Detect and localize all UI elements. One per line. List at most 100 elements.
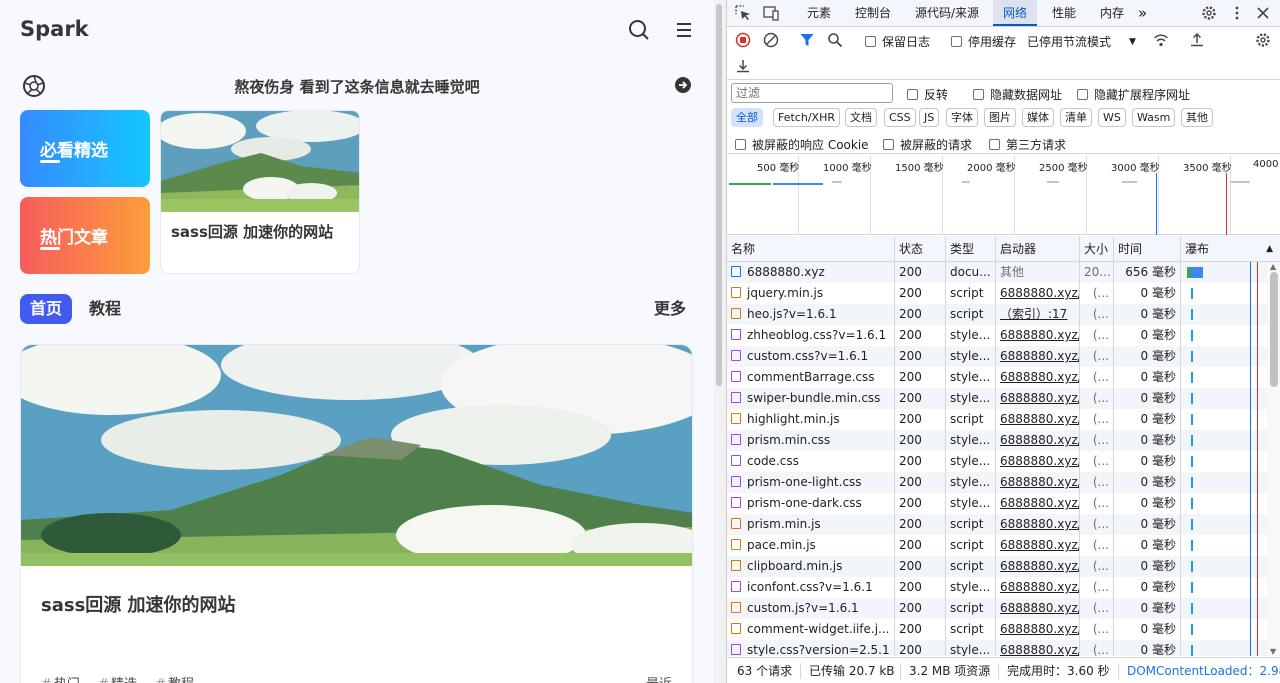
cell-initiator[interactable]: 6888880.xyz/: [996, 556, 1080, 577]
type-filter-wasm[interactable]: Wasm [1132, 108, 1176, 127]
checkbox-box[interactable] [973, 89, 984, 100]
cell-initiator[interactable]: 6888880.xyz/: [996, 472, 1080, 493]
blocked-requests-checkbox[interactable]: 被屏蔽的请求 [883, 136, 972, 153]
scroll-up-arrow-icon[interactable]: ▲ [1270, 262, 1276, 271]
type-filter-img[interactable]: 图片 [984, 108, 1016, 127]
cell-initiator[interactable]: 6888880.xyz/: [996, 388, 1080, 409]
scroll-down-arrow-icon[interactable]: ▼ [1270, 647, 1276, 656]
cell-initiator[interactable]: 6888880.xyz/: [996, 367, 1080, 388]
post-title[interactable]: sass回源 加速你的网站 [41, 591, 236, 617]
column-header-type[interactable]: 类型 [946, 236, 996, 262]
page-scrollbar-thumb[interactable] [716, 4, 722, 386]
request-row[interactable]: clipboard.min.js 200 script 6888880.xyz/: (.… [727, 556, 1267, 577]
tab-console[interactable]: 控制台 [855, 0, 891, 26]
more-link[interactable]: 更多 [654, 294, 686, 324]
request-row[interactable]: custom.css?v=1.6.1 200 style... 6888880.xyz… [727, 346, 1267, 367]
featured-post-card[interactable]: sass回源 加速你的网站 [160, 110, 360, 274]
request-row[interactable]: zhheoblog.css?v=1.6.1 200 style... 6888880.… [727, 325, 1267, 346]
tab-network[interactable]: 网络 [993, 0, 1038, 26]
cell-initiator[interactable]: 6888880.xyz/: [996, 598, 1080, 619]
checkbox-box[interactable] [907, 89, 918, 100]
close-icon[interactable] [1255, 5, 1271, 21]
request-row[interactable]: pace.min.js 200 script 6888880.xyz/: (... 0 毫… [727, 535, 1267, 556]
cell-initiator[interactable]: （索引）:17 [996, 304, 1080, 325]
more-tabs-chevron-icon[interactable]: » [1138, 0, 1147, 26]
request-row[interactable]: style.css?version=2.5.1 200 style... 688888… [727, 640, 1267, 656]
site-logo[interactable]: Spark [20, 17, 89, 41]
type-filter-other[interactable]: 其他 [1181, 108, 1213, 127]
hide-data-urls-checkbox[interactable]: 隐藏数据网址 [973, 86, 1062, 103]
cell-initiator[interactable]: 6888880.xyz/: [996, 577, 1080, 598]
cell-initiator[interactable]: 6888880.xyz/: [996, 493, 1080, 514]
tab-elements[interactable]: 元素 [807, 0, 831, 26]
filter-input[interactable]: 过滤 [731, 83, 893, 103]
tab-performance[interactable]: 性能 [1052, 0, 1076, 26]
import-har-icon[interactable] [1189, 32, 1205, 48]
throttling-select[interactable]: 已停用节流模式 ▼ [1027, 33, 1136, 50]
request-table-scrollbar[interactable]: ▲ ▼ [1267, 262, 1280, 656]
type-filter-doc[interactable]: 文档 [845, 108, 877, 127]
cell-initiator[interactable]: 6888880.xyz/: [996, 430, 1080, 451]
record-stop-icon[interactable] [735, 32, 751, 48]
type-filter-fetch-xhr[interactable]: Fetch/XHR [773, 108, 840, 127]
cell-initiator[interactable]: 6888880.xyz/: [996, 640, 1080, 656]
category-card-must-read[interactable]: 必看精选 [20, 110, 150, 187]
network-settings-gear-icon[interactable] [1255, 32, 1271, 48]
column-header-name[interactable]: 名称 [727, 236, 895, 262]
filter-funnel-icon[interactable] [799, 32, 815, 48]
type-filter-manifest[interactable]: 清单 [1060, 108, 1092, 127]
network-conditions-wifi-icon[interactable] [1153, 32, 1169, 48]
request-row[interactable]: 6888880.xyz 200 docu... 其他 20... 656 毫秒 [727, 262, 1267, 283]
search-icon[interactable] [628, 19, 650, 41]
clear-icon[interactable] [763, 32, 779, 48]
request-row[interactable]: custom.js?v=1.6.1 200 script 6888880.xyz/: (… [727, 598, 1267, 619]
cell-initiator[interactable]: 6888880.xyz/: [996, 409, 1080, 430]
request-row[interactable]: iconfont.css?v=1.6.1 200 style... 6888880.x… [727, 577, 1267, 598]
request-row[interactable]: highlight.min.js 200 script 6888880.xyz/: (.… [727, 409, 1267, 430]
cell-initiator[interactable]: 6888880.xyz/: [996, 325, 1080, 346]
search-icon[interactable] [827, 32, 843, 48]
request-row[interactable]: code.css 200 style... 6888880.xyz/: (... 0 毫秒 [727, 451, 1267, 472]
type-filter-css[interactable]: CSS [884, 108, 916, 127]
type-filter-font[interactable]: 字体 [946, 108, 978, 127]
checkbox-box[interactable] [1077, 89, 1088, 100]
column-header-initiator[interactable]: 启动器 [996, 236, 1080, 262]
column-header-size[interactable]: 大小 [1080, 236, 1114, 262]
cell-initiator[interactable]: 6888880.xyz/: [996, 535, 1080, 556]
category-card-hot[interactable]: 热门文章 [20, 197, 150, 274]
network-overview-timeline[interactable]: 500 毫秒 1000 毫秒 1500 毫秒 2000 毫秒 2500 毫秒 3… [727, 155, 1280, 235]
invert-checkbox[interactable]: 反转 [907, 86, 948, 103]
preserve-log-checkbox[interactable]: 保留日志 [865, 33, 930, 50]
checkbox-box[interactable] [883, 139, 894, 150]
post-tag[interactable]: #热门 [41, 677, 80, 683]
type-filter-js[interactable]: JS [919, 108, 940, 127]
request-row[interactable]: prism.min.css 200 style... 6888880.xyz/: (..… [727, 430, 1267, 451]
request-row[interactable]: jquery.min.js 200 script 6888880.xyz/: (... 0… [727, 283, 1267, 304]
menu-icon[interactable] [673, 19, 695, 41]
request-row[interactable]: comment-widget.iife.j... 200 script 6888880… [727, 619, 1267, 640]
kebab-menu-icon[interactable] [1229, 5, 1245, 21]
request-row[interactable]: prism-one-dark.css 200 style... 6888880.xyz… [727, 493, 1267, 514]
checkbox-box[interactable] [735, 139, 746, 150]
tab-memory[interactable]: 内存 [1100, 0, 1124, 26]
request-row[interactable]: commentBarrage.css 200 style... 6888880.xyz… [727, 367, 1267, 388]
request-row[interactable]: heo.js?v=1.6.1 200 script （索引）:17 (... 0 毫秒 [727, 304, 1267, 325]
inspect-element-icon[interactable] [735, 5, 751, 21]
post-card[interactable]: sass回源 加速你的网站 #热门 #精选 #教程 最近 [20, 344, 693, 683]
column-header-waterfall[interactable]: 瀑布 ▲ [1181, 236, 1280, 262]
tab-home[interactable]: 首页 [20, 294, 73, 324]
tab-sources[interactable]: 源代码/来源 [915, 0, 979, 26]
notice-banner[interactable]: 熬夜伤身 看到了这条信息就去睡觉吧 [20, 72, 694, 100]
arrow-right-circle-icon[interactable] [674, 76, 692, 94]
post-tag[interactable]: #教程 [155, 677, 194, 683]
cell-initiator[interactable]: 6888880.xyz/: [996, 283, 1080, 304]
cell-initiator[interactable]: 6888880.xyz/: [996, 346, 1080, 367]
cell-initiator[interactable]: 其他 [996, 262, 1080, 283]
request-row[interactable]: prism.min.js 200 script 6888880.xyz/: (... 0 … [727, 514, 1267, 535]
post-tag[interactable]: #精选 [98, 677, 137, 683]
export-har-icon[interactable] [735, 58, 751, 74]
device-toolbar-icon[interactable] [763, 5, 779, 21]
type-filter-all[interactable]: 全部 [731, 108, 763, 127]
request-table-scrollbar-thumb[interactable] [1270, 272, 1278, 387]
tab-tutorial[interactable]: 教程 [79, 294, 131, 324]
